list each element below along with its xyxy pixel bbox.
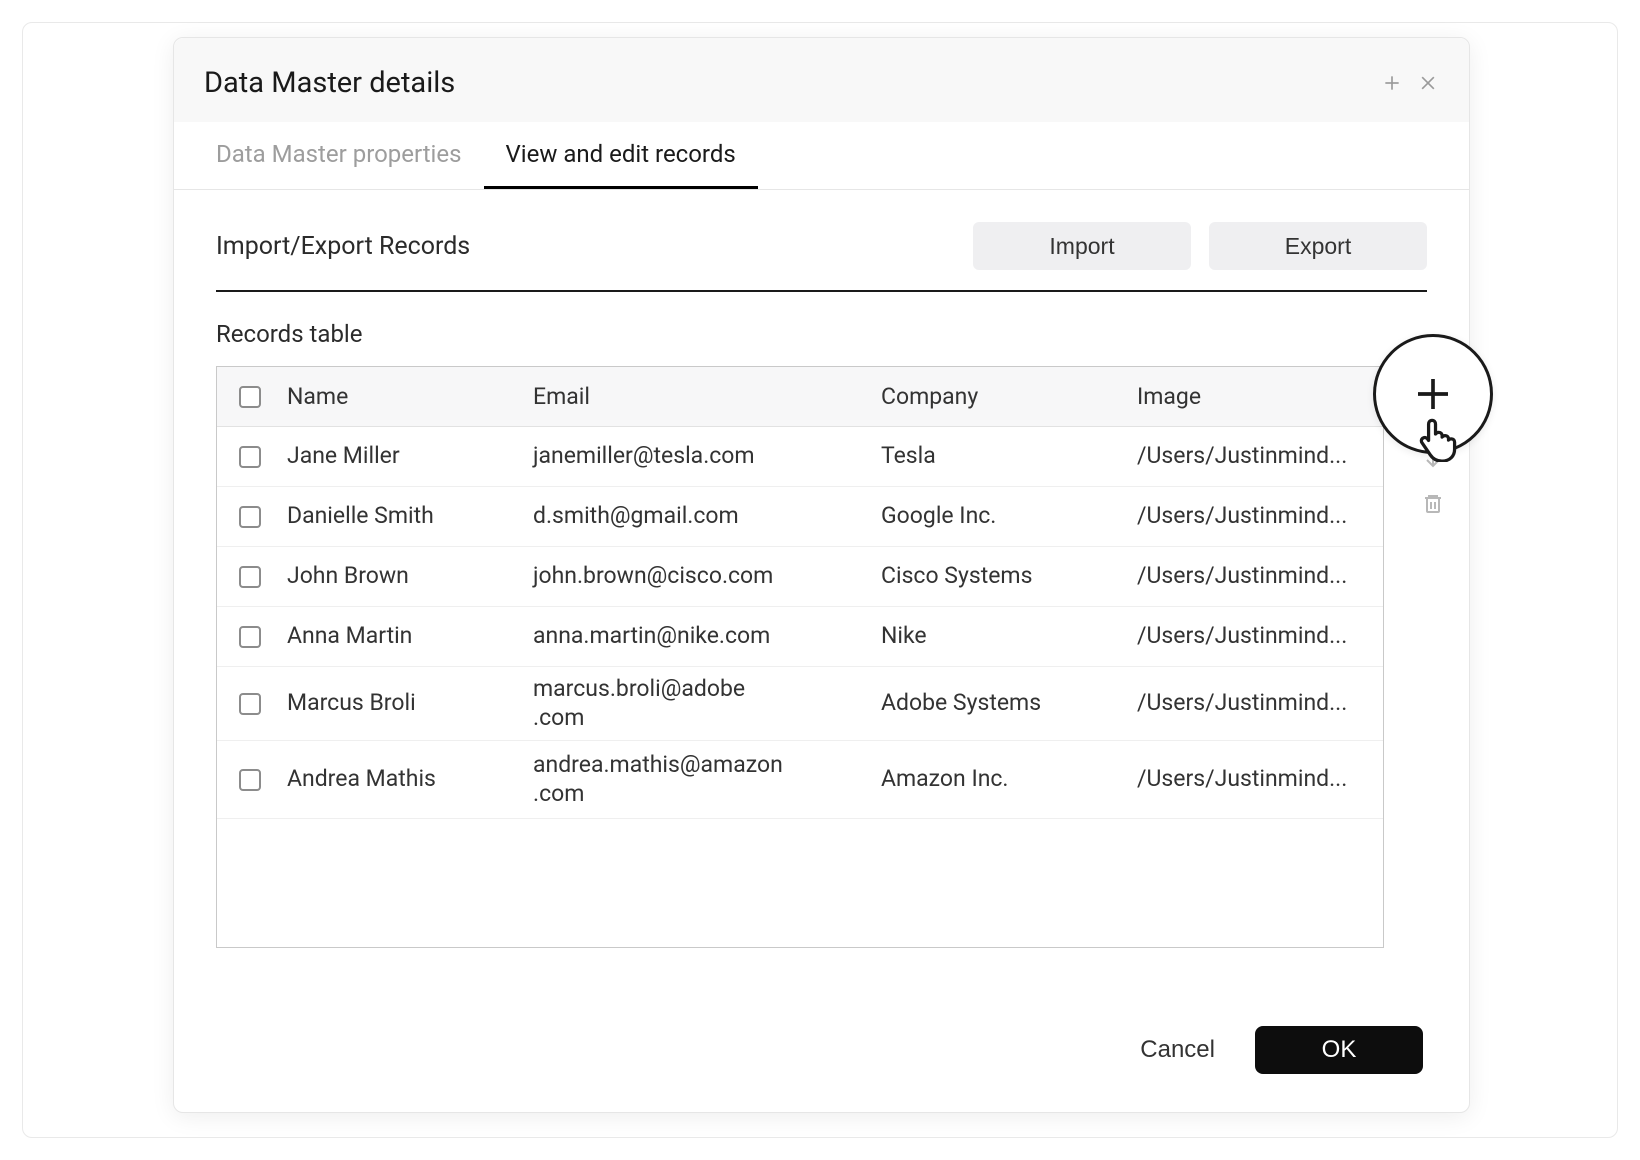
add-record-button[interactable] — [1373, 334, 1493, 454]
row-checkbox[interactable] — [239, 506, 261, 528]
cell-email: andrea.mathis@amazon .com — [529, 751, 877, 809]
cell-company: Adobe Systems — [877, 689, 1133, 718]
cell-email: d.smith@gmail.com — [529, 502, 877, 531]
cell-email: anna.martin@nike.com — [529, 622, 877, 651]
import-button[interactable]: Import — [973, 222, 1191, 270]
table-wrap: Name Email Company Image Jane Miller jan… — [216, 366, 1427, 948]
import-export-label: Import/Export Records — [216, 232, 470, 261]
row-checkbox[interactable] — [239, 566, 261, 588]
table-row[interactable]: Jane Miller janemiller@tesla.com Tesla /… — [217, 427, 1383, 487]
col-name[interactable]: Name — [283, 383, 529, 410]
import-export-buttons: Import Export — [973, 222, 1427, 270]
import-export-row: Import/Export Records Import Export — [216, 222, 1427, 292]
tab-records[interactable]: View and edit records — [484, 122, 758, 189]
table-side-actions — [1421, 446, 1445, 516]
cell-image: /Users/Justinmind... — [1133, 765, 1363, 794]
cell-email: john.brown@cisco.com — [529, 562, 877, 591]
cell-image: /Users/Justinmind... — [1133, 562, 1363, 591]
table-row[interactable]: Anna Martin anna.martin@nike.com Nike /U… — [217, 607, 1383, 667]
cell-name: Anna Martin — [283, 622, 529, 651]
cell-email: janemiller@tesla.com — [529, 442, 877, 471]
col-image[interactable]: Image — [1133, 383, 1363, 410]
table-row[interactable]: Danielle Smith d.smith@gmail.com Google … — [217, 487, 1383, 547]
cell-company: Tesla — [877, 442, 1133, 471]
dialog-header: Data Master details — [174, 38, 1469, 122]
data-master-dialog: Data Master details Data Master properti… — [173, 37, 1470, 1113]
row-checkbox[interactable] — [239, 693, 261, 715]
records-table-label: Records table — [216, 320, 1427, 348]
close-icon[interactable] — [1417, 72, 1439, 94]
col-company[interactable]: Company — [877, 383, 1133, 410]
table-row[interactable]: Andrea Mathis andrea.mathis@amazon .com … — [217, 741, 1383, 819]
dialog-content: Import/Export Records Import Export Reco… — [174, 190, 1469, 986]
ok-button[interactable]: OK — [1255, 1026, 1423, 1074]
cell-company: Amazon Inc. — [877, 765, 1133, 794]
cell-company: Nike — [877, 622, 1133, 651]
plus-icon — [1413, 374, 1453, 414]
select-all-checkbox[interactable] — [239, 386, 261, 408]
cell-company: Google Inc. — [877, 502, 1133, 531]
cell-image: /Users/Justinmind... — [1133, 442, 1363, 471]
cell-name: Marcus Broli — [283, 689, 529, 718]
row-checkbox[interactable] — [239, 446, 261, 468]
row-checkbox[interactable] — [239, 626, 261, 648]
tab-properties[interactable]: Data Master properties — [194, 122, 484, 189]
cancel-button[interactable]: Cancel — [1140, 1036, 1215, 1064]
records-table: Name Email Company Image Jane Miller jan… — [216, 366, 1384, 948]
table-row[interactable]: Marcus Broli marcus.broli@adobe .com Ado… — [217, 667, 1383, 741]
table-header: Name Email Company Image — [217, 367, 1383, 427]
col-email[interactable]: Email — [529, 383, 877, 410]
export-button[interactable]: Export — [1209, 222, 1427, 270]
cell-name: John Brown — [283, 562, 529, 591]
dialog-footer: Cancel OK — [174, 986, 1469, 1112]
plus-icon[interactable] — [1381, 72, 1403, 94]
cell-name: Jane Miller — [283, 442, 529, 471]
cell-name: Danielle Smith — [283, 502, 529, 531]
cell-image: /Users/Justinmind... — [1133, 502, 1363, 531]
cell-email: marcus.broli@adobe .com — [529, 675, 877, 733]
table-row[interactable]: John Brown john.brown@cisco.com Cisco Sy… — [217, 547, 1383, 607]
tabs: Data Master properties View and edit rec… — [174, 122, 1469, 190]
dialog-title: Data Master details — [204, 66, 455, 100]
trash-icon[interactable] — [1421, 492, 1445, 516]
cell-image: /Users/Justinmind... — [1133, 689, 1363, 718]
cell-name: Andrea Mathis — [283, 765, 529, 794]
cell-image: /Users/Justinmind... — [1133, 622, 1363, 651]
cell-company: Cisco Systems — [877, 562, 1133, 591]
row-checkbox[interactable] — [239, 769, 261, 791]
window-actions — [1381, 72, 1439, 94]
